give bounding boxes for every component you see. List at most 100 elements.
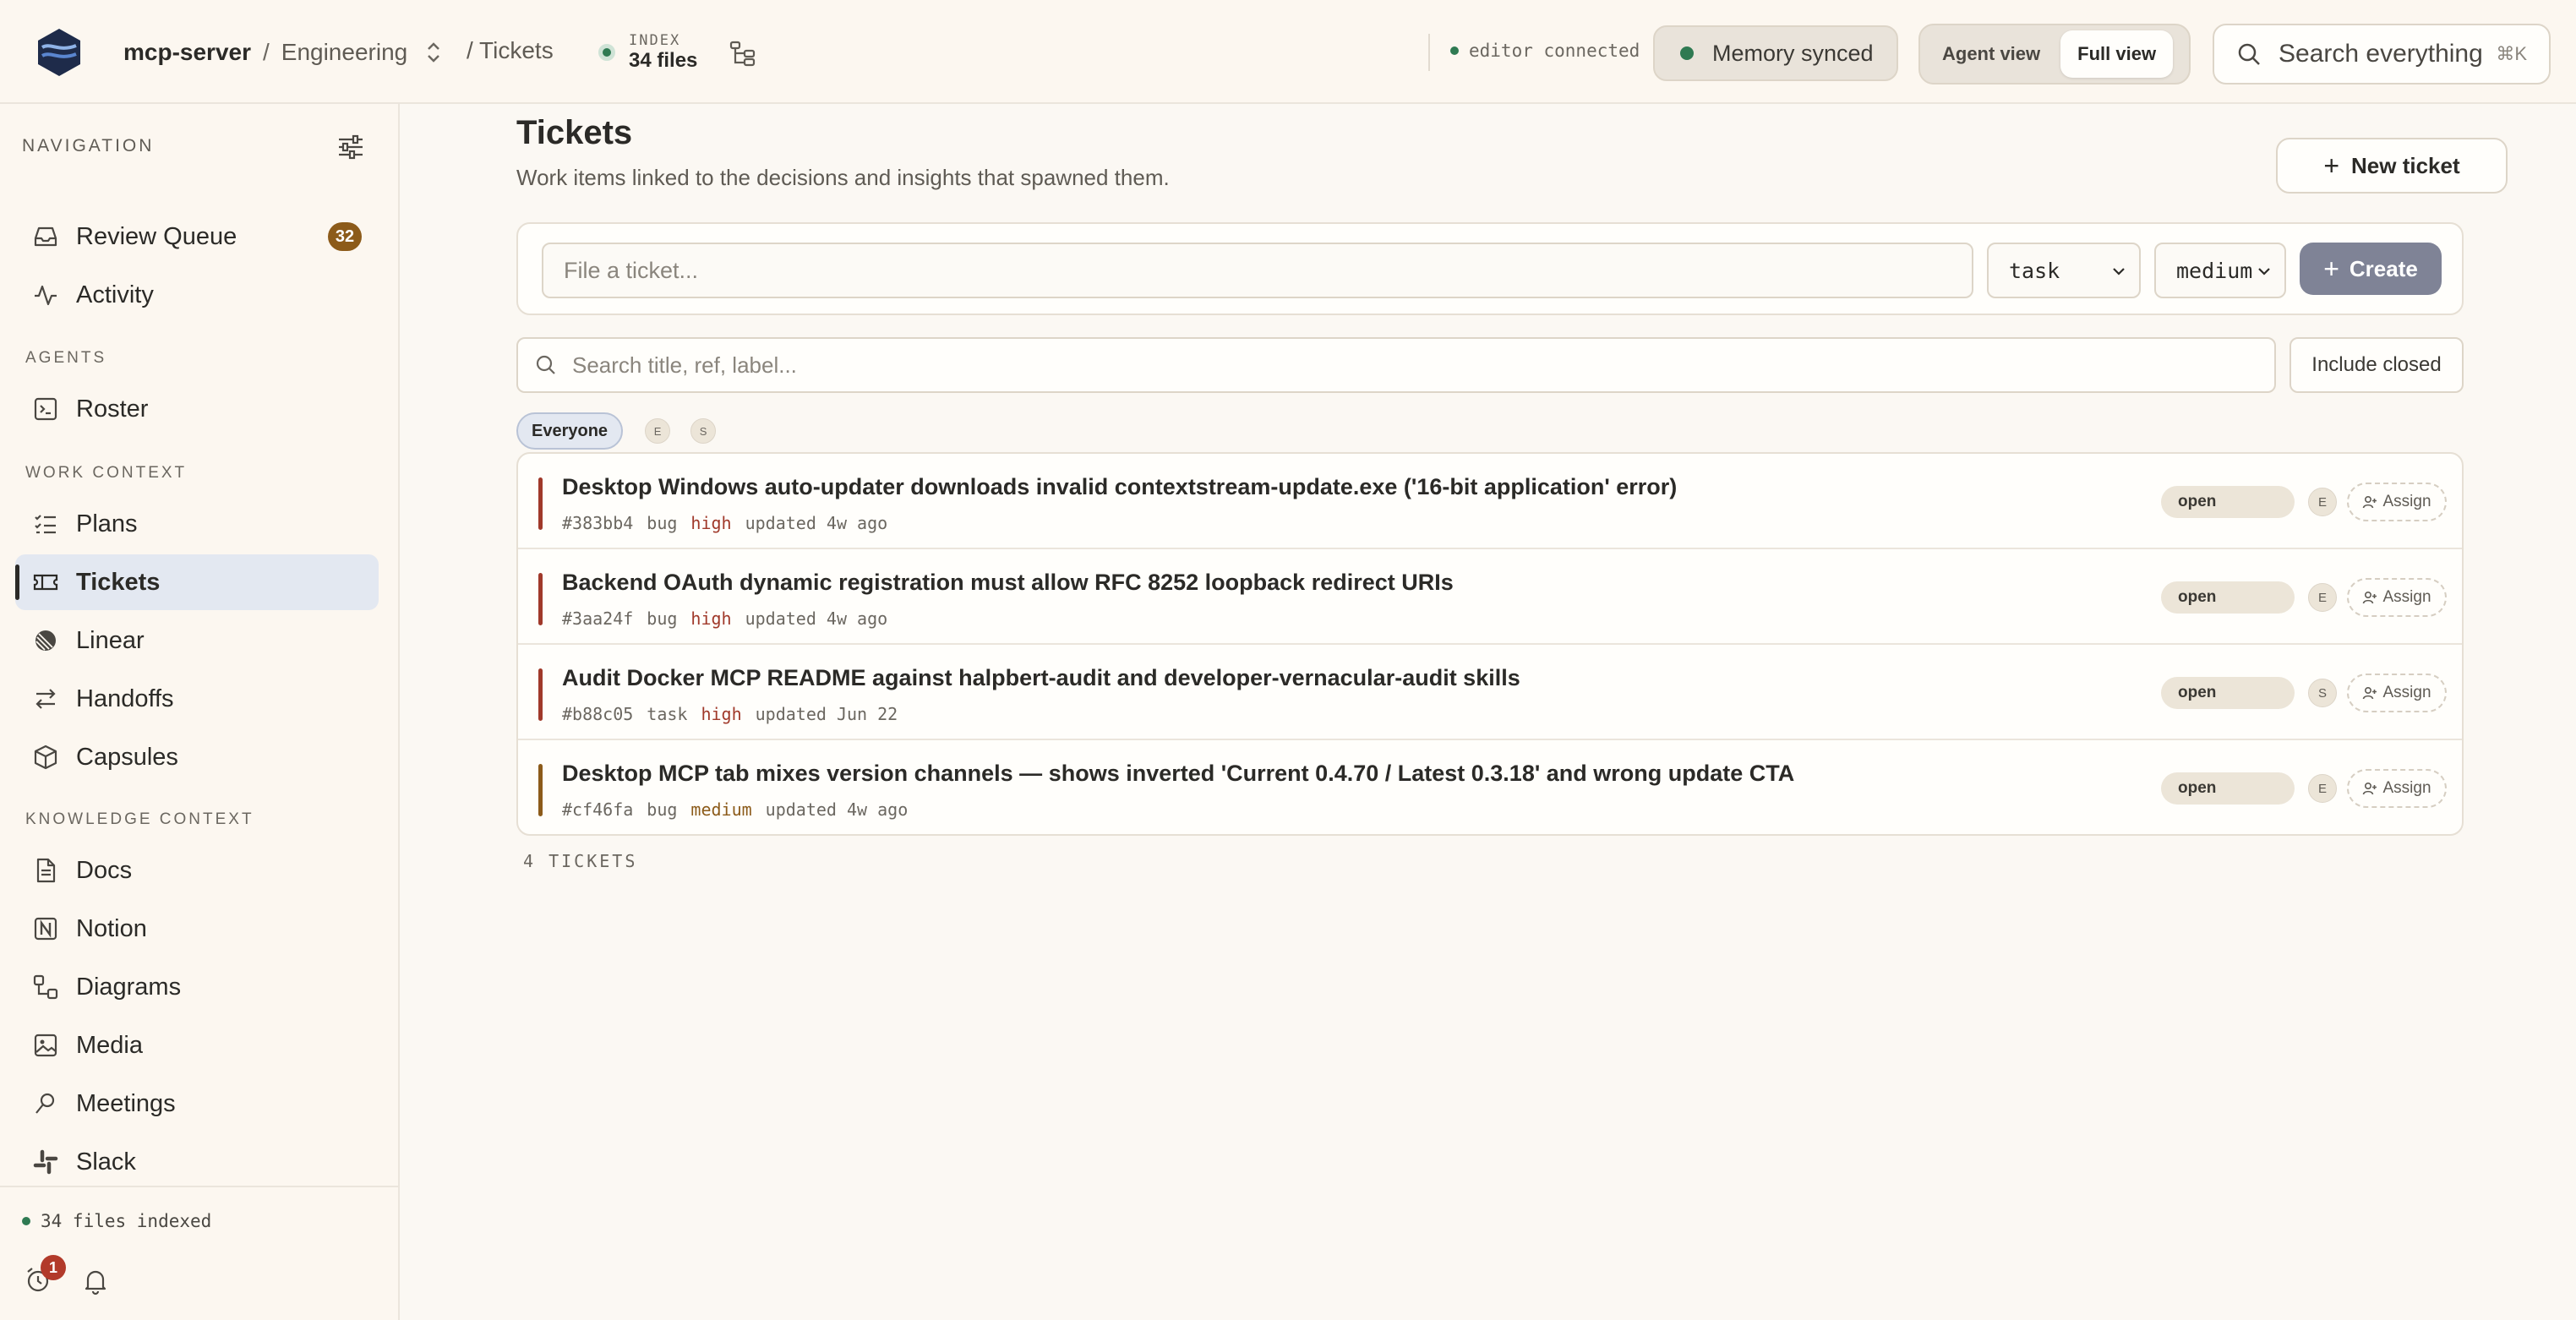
sidebar: NAVIGATION Review Queue 32 Activity AGEN… bbox=[0, 104, 400, 1320]
section-agents: AGENTS bbox=[25, 349, 107, 367]
sidebar-item-label: Plans bbox=[76, 510, 138, 537]
ticket-row[interactable]: Backend OAuth dynamic registration must … bbox=[518, 549, 2462, 645]
sidebar-item-review-queue[interactable]: Review Queue 32 bbox=[15, 209, 379, 265]
search-icon bbox=[2238, 43, 2260, 65]
ticket-priority-select[interactable]: medium bbox=[2154, 243, 2286, 298]
sidebar-item-handoffs[interactable]: Handoffs bbox=[15, 671, 379, 727]
sidebar-item-label: Media bbox=[76, 1031, 143, 1059]
ticket-row[interactable]: Audit Docker MCP README against halpbert… bbox=[518, 645, 2462, 740]
global-search-button[interactable]: Search everything ⌘K bbox=[2213, 24, 2551, 85]
tree-icon[interactable] bbox=[729, 39, 757, 68]
bell-icon[interactable] bbox=[81, 1267, 110, 1295]
sidebar-item-notion[interactable]: Notion bbox=[15, 901, 379, 957]
ticket-title[interactable]: Desktop MCP tab mixes version channels —… bbox=[562, 761, 1794, 787]
status-badge[interactable]: open bbox=[2161, 581, 2295, 614]
file-ticket-form: task medium + Create bbox=[516, 222, 2464, 315]
status-badge[interactable]: open bbox=[2161, 772, 2295, 805]
ticket-meta: #3aa24f bug high updated 4w ago bbox=[562, 608, 901, 629]
avatar: E bbox=[2308, 488, 2337, 516]
ticket-row[interactable]: Desktop Windows auto-updater downloads i… bbox=[518, 454, 2462, 549]
assign-button[interactable]: Assign bbox=[2347, 483, 2447, 521]
sidebar-item-slack[interactable]: Slack bbox=[15, 1134, 379, 1190]
ticket-count: 4 TICKETS bbox=[523, 851, 638, 871]
sliders-icon[interactable] bbox=[336, 134, 365, 160]
top-bar: mcp-server / Engineering / Tickets INDEX… bbox=[0, 0, 2576, 104]
avatar: E bbox=[2308, 774, 2337, 803]
full-view-button[interactable]: Full view bbox=[2060, 30, 2174, 78]
status-badge[interactable]: open bbox=[2161, 486, 2295, 518]
editor-status: editor connected bbox=[1450, 41, 1640, 61]
sidebar-item-tickets[interactable]: Tickets bbox=[15, 554, 379, 610]
index-status[interactable]: INDEX 34 files bbox=[598, 32, 697, 73]
breadcrumb-page[interactable]: / Tickets bbox=[467, 37, 554, 64]
ticket-title[interactable]: Audit Docker MCP README against halpbert… bbox=[562, 665, 1520, 691]
section-knowledge-context: KNOWLEDGE CONTEXT bbox=[25, 810, 254, 828]
assign-button[interactable]: Assign bbox=[2347, 769, 2447, 808]
sidebar-item-roster[interactable]: Roster bbox=[15, 381, 379, 437]
doc-icon bbox=[36, 858, 56, 883]
agent-view-button[interactable]: Agent view bbox=[1925, 30, 2057, 78]
sidebar-item-plans[interactable]: Plans bbox=[15, 496, 379, 552]
ticket-ref: #3aa24f bbox=[562, 608, 634, 629]
filter-avatar-chip[interactable]: S bbox=[690, 418, 717, 444]
section-work-context: WORK CONTEXT bbox=[25, 464, 188, 482]
ticket-search-input[interactable] bbox=[572, 352, 2178, 379]
image-icon bbox=[34, 1034, 57, 1057]
file-ticket-input[interactable] bbox=[542, 243, 1973, 298]
filter-avatar-chip[interactable]: E bbox=[645, 418, 671, 444]
app-logo-icon[interactable] bbox=[34, 27, 85, 78]
breadcrumb-separator: / bbox=[262, 39, 270, 65]
assign-label: Assign bbox=[2382, 588, 2431, 606]
sidebar-item-docs[interactable]: Docs bbox=[15, 843, 379, 898]
ticket-title[interactable]: Backend OAuth dynamic registration must … bbox=[562, 570, 1454, 596]
status-badge[interactable]: open bbox=[2161, 677, 2295, 709]
assign-label: Assign bbox=[2382, 684, 2431, 701]
ticket-ref: #cf46fa bbox=[562, 799, 634, 820]
memory-status-badge[interactable]: Memory synced bbox=[1653, 25, 1898, 81]
chevron-down-icon bbox=[2113, 268, 2125, 275]
include-closed-button[interactable]: Include closed bbox=[2289, 337, 2464, 393]
sidebar-item-label: Tickets bbox=[76, 568, 161, 596]
sidebar-item-linear[interactable]: Linear bbox=[15, 613, 379, 668]
divider bbox=[1428, 34, 1430, 71]
breadcrumb-team[interactable]: Engineering bbox=[281, 39, 407, 66]
new-ticket-label: New ticket bbox=[2351, 152, 2460, 178]
ticket-type: task bbox=[647, 704, 688, 724]
sidebar-item-label: Activity bbox=[76, 281, 154, 308]
ticket-type-select[interactable]: task bbox=[1987, 243, 2141, 298]
filter-everyone-chip[interactable]: Everyone bbox=[516, 412, 624, 450]
chevron-updown-icon[interactable] bbox=[423, 38, 445, 67]
memory-status-icon bbox=[1680, 46, 1694, 60]
index-count: 34 files bbox=[629, 49, 698, 72]
ticket-updated: updated 4w ago bbox=[765, 799, 909, 820]
index-status-icon bbox=[598, 44, 615, 61]
search-shortcut: ⌘K bbox=[2496, 43, 2527, 64]
plus-icon: + bbox=[2323, 150, 2340, 181]
sidebar-item-activity[interactable]: Activity bbox=[15, 267, 379, 323]
sidebar-heading: NAVIGATION bbox=[22, 136, 155, 155]
notion-icon bbox=[34, 917, 57, 941]
page-title: Tickets bbox=[516, 114, 633, 151]
sidebar-item-capsules[interactable]: Capsules bbox=[15, 729, 379, 785]
new-ticket-button[interactable]: + New ticket bbox=[2276, 138, 2508, 194]
ticket-title[interactable]: Desktop Windows auto-updater downloads i… bbox=[562, 474, 1677, 500]
alarm-count-badge: 1 bbox=[41, 1255, 66, 1280]
assign-button[interactable]: Assign bbox=[2347, 674, 2447, 712]
memory-status-text: Memory synced bbox=[1712, 40, 1874, 66]
sidebar-item-diagrams[interactable]: Diagrams bbox=[15, 959, 379, 1015]
chevron-down-icon bbox=[2258, 268, 2270, 275]
create-ticket-button[interactable]: + Create bbox=[2300, 243, 2442, 295]
status-dot-icon bbox=[22, 1217, 30, 1225]
ticket-meta: #cf46fa bug medium updated 4w ago bbox=[562, 799, 921, 820]
add-user-icon bbox=[2363, 686, 2377, 700]
sidebar-item-meetings[interactable]: Meetings bbox=[15, 1076, 379, 1132]
sidebar-item-media[interactable]: Media bbox=[15, 1017, 379, 1073]
ticket-type: bug bbox=[647, 608, 678, 629]
ticket-row[interactable]: Desktop MCP tab mixes version channels —… bbox=[518, 740, 2462, 834]
breadcrumb-project[interactable]: mcp-server bbox=[123, 39, 251, 66]
activity-icon bbox=[35, 285, 57, 306]
ticket-updated: updated Jun 22 bbox=[755, 704, 898, 724]
ticket-priority: medium bbox=[690, 799, 752, 820]
assign-button[interactable]: Assign bbox=[2347, 578, 2447, 617]
assign-label: Assign bbox=[2382, 779, 2431, 797]
